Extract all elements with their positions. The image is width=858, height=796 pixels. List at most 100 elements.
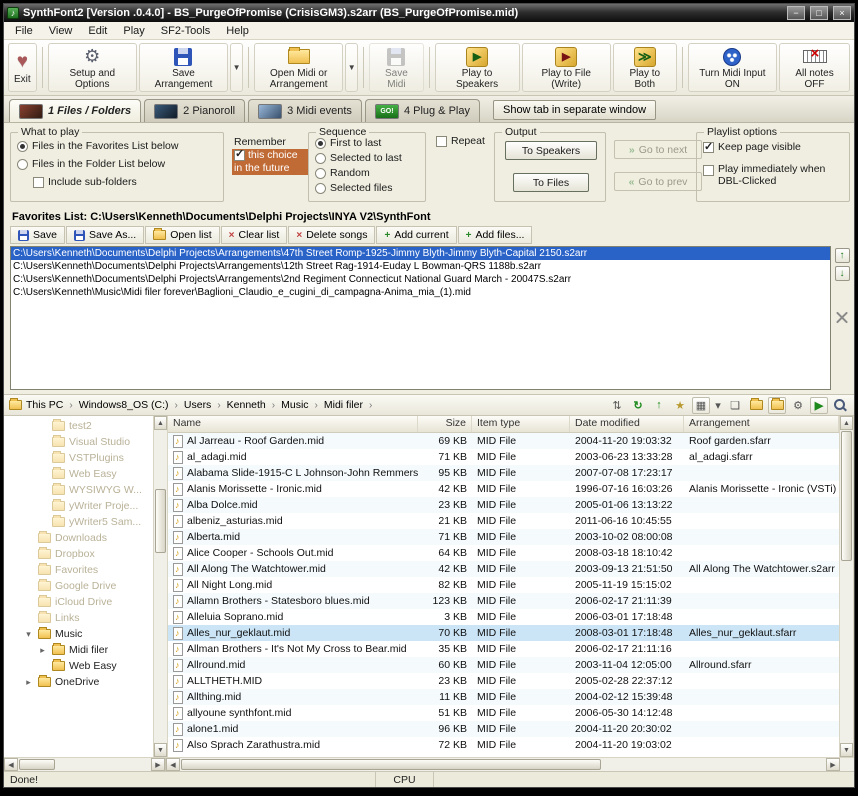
clear-list-button[interactable]: × Clear list [221,226,288,244]
favorites-list-item[interactable]: C:\Users\Kenneth\Documents\Delphi Projec… [11,247,830,260]
play-to-both-button[interactable]: Play to Both [613,43,677,92]
scrollbar-thumb[interactable] [19,759,55,770]
add-files-button[interactable]: + Add files... [458,226,533,244]
refresh-icon[interactable]: ↻ [629,397,647,414]
file-row[interactable]: Allround.mid 60 KB MID File 2003-11-04 1… [168,657,839,673]
file-row[interactable]: Alanis Morissette - Ironic.mid 42 KB MID… [168,481,839,497]
favorites-star-icon[interactable]: ★ [671,397,689,414]
open-midi-dropdown[interactable]: ▼ [345,43,358,92]
scrollbar-thumb[interactable] [181,759,601,770]
scrollbar-thumb[interactable] [841,431,852,561]
search-icon[interactable] [831,397,849,414]
tree-item[interactable]: ▾ Music [4,626,153,642]
remember-choice-checkbox[interactable] [234,150,245,161]
save-arrangement-dropdown[interactable]: ▼ [230,43,243,92]
desktop-icon[interactable]: ❏ [726,397,744,414]
file-row[interactable]: Al Jarreau - Roof Garden.mid 69 KB MID F… [168,433,839,449]
tab-plug-play[interactable]: GO! 4 Plug & Play [365,99,480,122]
all-notes-off-button[interactable]: All notes OFF [779,43,850,92]
file-row[interactable]: allyoune synthfont.mid 51 KB MID File 20… [168,705,839,721]
play-to-speakers-button[interactable]: Play to Speakers [435,43,520,92]
file-row[interactable]: albeniz_asturias.mid 21 KB MID File 2011… [168,513,839,529]
show-tab-separate-window-button[interactable]: Show tab in separate window [493,100,656,120]
tab-pianoroll[interactable]: 2 Pianoroll [144,99,245,122]
tree-chevron-icon[interactable]: ▸ [37,645,48,656]
menu-item[interactable]: SF2-Tools [153,23,219,39]
move-down-button[interactable]: ↓ [835,266,850,281]
tree-item[interactable]: iCloud Drive [4,594,153,610]
file-row[interactable]: Alice Cooper - Schools Out.mid 64 KB MID… [168,545,839,561]
file-row[interactable]: Also Sprach Zarathustra.mid 72 KB MID Fi… [168,737,839,753]
tree-item[interactable]: Web Easy [4,658,153,674]
folder-list-radio[interactable] [17,159,28,170]
first-to-last-radio[interactable] [315,138,326,149]
tree-item[interactable]: test2 [4,418,153,434]
tree-item[interactable]: Downloads [4,530,153,546]
scroll-up-arrow[interactable]: ▲ [154,416,167,430]
delete-songs-button[interactable]: × Delete songs [288,226,375,244]
open-midi-button[interactable]: Open Midi or Arrangement [254,43,343,92]
menu-item[interactable]: File [7,23,41,39]
selected-to-last-radio[interactable] [315,153,326,164]
scroll-right-arrow[interactable]: ▶ [151,758,165,771]
to-files-button[interactable]: To Files [513,173,589,192]
favorites-list-item[interactable]: C:\Users\Kenneth\Music\Midi filer foreve… [11,286,830,299]
tree-item[interactable]: Web Easy [4,466,153,482]
breadcrumb-segment[interactable]: Windows8_OS (C:) › [77,398,182,412]
file-row[interactable]: Alberta.mid 71 KB MID File 2003-10-02 08… [168,529,839,545]
repeat-checkbox[interactable] [436,136,447,147]
tree-item[interactable]: Visual Studio [4,434,153,450]
scroll-left-arrow[interactable]: ◀ [166,758,180,771]
go-to-next-button[interactable]: » Go to next [614,140,702,159]
tree-horizontal-scrollbar[interactable]: ◀ ▶ [4,758,166,771]
file-row[interactable]: Alles_nur_geklaut.mid 70 KB MID File 200… [168,625,839,641]
tree-item[interactable]: ▸ OneDrive [4,674,153,690]
keep-page-visible-checkbox[interactable] [703,142,714,153]
menu-item[interactable]: View [41,23,81,39]
tree-chevron-icon[interactable]: ▾ [23,629,34,640]
tree-vertical-scrollbar[interactable]: ▲ ▼ [153,416,168,757]
file-row[interactable]: ALLTHETH.MID 23 KB MID File 2005-02-28 2… [168,673,839,689]
maximize-button[interactable]: □ [810,6,828,20]
tab-midi-events[interactable]: 3 Midi events [248,99,362,122]
run-icon[interactable]: ▶ [810,397,828,414]
file-row[interactable]: Allthing.mid 11 KB MID File 2004-02-12 1… [168,689,839,705]
scroll-left-arrow[interactable]: ◀ [4,758,18,771]
tree-item[interactable]: Google Drive [4,578,153,594]
play-to-file-button[interactable]: Play to File (Write) [522,43,611,92]
exit-button[interactable]: ♥ Exit [8,43,37,92]
selected-files-radio[interactable] [315,183,326,194]
folder-shortcut-icon[interactable] [747,397,765,414]
file-row[interactable]: All Along The Watchtower.mid 42 KB MID F… [168,561,839,577]
up-level-icon[interactable]: ↑ [650,397,668,414]
close-button[interactable]: × [833,6,851,20]
file-row[interactable]: Alleluia Soprano.mid 3 KB MID File 2006-… [168,609,839,625]
list-horizontal-scrollbar[interactable]: ◀ ▶ [166,758,840,771]
add-current-button[interactable]: + Add current [376,226,456,244]
views-icon[interactable]: ▦ [692,397,710,414]
scroll-up-arrow[interactable]: ▲ [840,416,853,430]
menu-item[interactable]: Edit [80,23,115,39]
save-arrangement-button[interactable]: Save Arrangement [139,43,228,92]
play-on-dblclick-checkbox[interactable] [703,165,714,176]
save-as-button[interactable]: Save As... [66,226,144,244]
file-row[interactable]: All Night Long.mid 82 KB MID File 2005-1… [168,577,839,593]
breadcrumb-segment[interactable]: Music › [279,398,322,412]
to-speakers-button[interactable]: To Speakers [505,141,597,160]
sort-icon[interactable]: ⇅ [608,397,626,414]
file-row[interactable]: Allman Brothers - It's Not My Cross to B… [168,641,839,657]
midi-input-button[interactable]: Turn Midi Input ON [688,43,777,92]
tree-item[interactable]: Links [4,610,153,626]
scrollbar-thumb[interactable] [155,489,166,553]
breadcrumb-segment[interactable]: Midi filer › [322,398,376,412]
favorites-list-radio[interactable] [17,141,28,152]
minimize-button[interactable]: − [787,6,805,20]
column-header-item-type[interactable]: Item type [472,416,570,432]
column-header-arrangement[interactable]: Arrangement [684,416,839,432]
folder-options-icon[interactable] [768,397,786,414]
include-subfolders-checkbox[interactable] [33,177,44,188]
tab-files-folders[interactable]: 1 Files / Folders [9,99,141,122]
file-row[interactable]: Alabama Slide-1915-C L Johnson-John Remm… [168,465,839,481]
menu-item[interactable]: Help [218,23,257,39]
open-list-button[interactable]: Open list [145,226,219,244]
